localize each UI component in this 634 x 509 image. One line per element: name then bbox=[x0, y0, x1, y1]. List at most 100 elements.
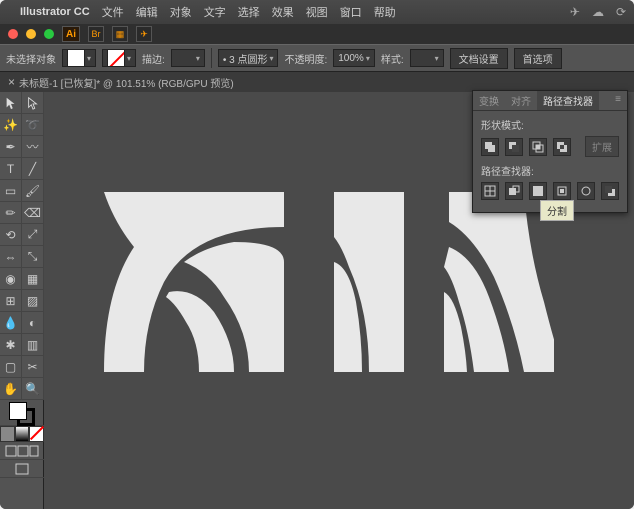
expand-button[interactable]: 扩展 bbox=[585, 136, 619, 157]
brush-preset-dropdown[interactable]: • 3 点圆形▾ bbox=[218, 49, 279, 67]
panel-tab-align[interactable]: 对齐 bbox=[505, 91, 537, 110]
stroke-swatch-dropdown[interactable]: ▾ bbox=[102, 49, 136, 67]
mesh-tool[interactable]: ⊞ bbox=[0, 290, 22, 312]
shape-mode-label: 形状模式: bbox=[481, 117, 619, 132]
trim-button[interactable] bbox=[505, 182, 523, 200]
hand-tool[interactable]: ✋ bbox=[0, 378, 22, 400]
scale-tool[interactable]: ⤢ bbox=[22, 224, 44, 246]
line-tool[interactable]: ╱ bbox=[22, 158, 44, 180]
unite-button[interactable] bbox=[481, 138, 499, 156]
opacity-label: 不透明度: bbox=[284, 51, 327, 66]
document-tab[interactable]: 未标题-1 [已恢复]* @ 101.51% (RGB/GPU 预览) bbox=[19, 75, 234, 90]
style-dropdown[interactable]: ▾ bbox=[410, 49, 444, 67]
lasso-tool[interactable]: ➰ bbox=[22, 114, 44, 136]
panel-tab-pathfinder[interactable]: 路径查找器 bbox=[537, 91, 599, 110]
column-graph-tool[interactable]: ▥ bbox=[22, 334, 44, 356]
shape-builder-tool[interactable]: ◉ bbox=[0, 268, 22, 290]
outline-button[interactable] bbox=[577, 182, 595, 200]
color-solid[interactable] bbox=[0, 426, 15, 442]
arrange-docs-icon[interactable]: ▦ bbox=[112, 26, 128, 42]
exclude-button[interactable] bbox=[553, 138, 571, 156]
color-none[interactable] bbox=[29, 426, 44, 442]
stroke-weight-field[interactable]: ▾ bbox=[171, 49, 205, 67]
color-mode-row bbox=[0, 426, 44, 442]
app-name[interactable]: Illustrator CC bbox=[20, 6, 90, 18]
minus-front-button[interactable] bbox=[505, 138, 523, 156]
window-zoom-button[interactable] bbox=[44, 29, 54, 39]
tools-panel: ✨ ➰ ✒ 〰 T ╱ ▭ 🖌 ✏ ⌫ ⟲ ⤢ ⇔ ⤡ ◉ ▦ ⊞ ▨ 💧 ◐ bbox=[0, 92, 44, 509]
slice-tool[interactable]: ✂ bbox=[22, 356, 44, 378]
panel-tabstrip: 变换 对齐 路径查找器 ≡ bbox=[473, 91, 627, 111]
rectangle-tool[interactable]: ▭ bbox=[0, 180, 22, 202]
pathfinder-label: 路径查找器: bbox=[481, 163, 619, 178]
color-gradient[interactable] bbox=[15, 426, 30, 442]
sync-icon[interactable]: ⟳ bbox=[616, 5, 626, 19]
document-setup-button[interactable]: 文档设置 bbox=[450, 48, 508, 69]
tooltip: 分割 bbox=[540, 200, 574, 221]
fill-white-swatch bbox=[67, 49, 85, 67]
window-close-button[interactable] bbox=[8, 29, 18, 39]
divide-button[interactable] bbox=[481, 182, 499, 200]
selection-tool[interactable] bbox=[0, 92, 22, 114]
type-tool[interactable]: T bbox=[0, 158, 22, 180]
artwork bbox=[94, 192, 554, 397]
ai-logo-icon: Ai bbox=[62, 26, 80, 42]
eraser-tool[interactable]: ⌫ bbox=[22, 202, 44, 224]
intersect-button[interactable] bbox=[529, 138, 547, 156]
opacity-field[interactable]: 100%▾ bbox=[333, 49, 375, 67]
style-label: 样式: bbox=[381, 51, 404, 66]
panel-menu-icon[interactable]: ≡ bbox=[609, 91, 627, 110]
menu-object[interactable]: 对象 bbox=[170, 4, 192, 20]
menu-edit[interactable]: 编辑 bbox=[136, 4, 158, 20]
pencil-tool[interactable]: ✏ bbox=[0, 202, 22, 224]
stroke-label: 描边: bbox=[142, 51, 165, 66]
paintbrush-tool[interactable]: 🖌 bbox=[22, 180, 44, 202]
draw-mode-row[interactable] bbox=[0, 442, 44, 460]
pen-tool[interactable]: ✒ bbox=[0, 136, 22, 158]
window-titlebar: Ai Br ▦ ✈ bbox=[0, 24, 634, 44]
no-stroke-swatch bbox=[107, 49, 125, 67]
direct-selection-tool[interactable] bbox=[22, 92, 44, 114]
gradient-tool[interactable]: ▨ bbox=[22, 290, 44, 312]
system-menubar: Illustrator CC 文件 编辑 对象 文字 选择 效果 视图 窗口 帮… bbox=[0, 0, 634, 24]
magic-wand-tool[interactable]: ✨ bbox=[0, 114, 22, 136]
artboard-tool[interactable]: ▢ bbox=[0, 356, 22, 378]
no-selection-label: 未选择对象 bbox=[6, 51, 56, 66]
send-icon[interactable]: ✈ bbox=[570, 5, 580, 19]
rotate-tool[interactable]: ⟲ bbox=[0, 224, 22, 246]
merge-button[interactable] bbox=[529, 182, 547, 200]
fill-swatch-dropdown[interactable]: ▾ bbox=[62, 49, 96, 67]
panel-tab-transform[interactable]: 变换 bbox=[473, 91, 505, 110]
minus-back-button[interactable] bbox=[601, 182, 619, 200]
separator bbox=[211, 48, 212, 68]
menu-window[interactable]: 窗口 bbox=[340, 4, 362, 20]
document-tabstrip: × 未标题-1 [已恢复]* @ 101.51% (RGB/GPU 预览) bbox=[0, 72, 634, 92]
menu-effect[interactable]: 效果 bbox=[272, 4, 294, 20]
screen-mode-button[interactable] bbox=[0, 460, 44, 478]
menu-help[interactable]: 帮助 bbox=[374, 4, 396, 20]
width-tool[interactable]: ⇔ bbox=[0, 246, 22, 268]
bridge-icon[interactable]: Br bbox=[88, 26, 104, 42]
zoom-tool[interactable]: 🔍 bbox=[22, 378, 44, 400]
menu-file[interactable]: 文件 bbox=[102, 4, 124, 20]
window-minimize-button[interactable] bbox=[26, 29, 36, 39]
illustrator-window: Illustrator CC 文件 编辑 对象 文字 选择 效果 视图 窗口 帮… bbox=[0, 0, 634, 509]
fill-stroke-control[interactable] bbox=[0, 400, 44, 426]
curvature-tool[interactable]: 〰 bbox=[22, 136, 44, 158]
eyedropper-tool[interactable]: 💧 bbox=[0, 312, 22, 334]
blend-tool[interactable]: ◐ bbox=[22, 312, 44, 334]
cloud-icon[interactable]: ☁ bbox=[592, 5, 604, 19]
options-bar: 未选择对象 ▾ ▾ 描边: ▾ • 3 点圆形▾ 不透明度: 100%▾ 样式:… bbox=[0, 44, 634, 72]
share-icon[interactable]: ✈ bbox=[136, 26, 152, 42]
pathfinder-panel: 变换 对齐 路径查找器 ≡ 形状模式: 扩展 路径查找器: bbox=[472, 90, 628, 213]
preferences-button[interactable]: 首选项 bbox=[514, 48, 562, 69]
free-transform-tool[interactable]: ⤡ bbox=[22, 246, 44, 268]
menu-view[interactable]: 视图 bbox=[306, 4, 328, 20]
tab-close-button[interactable]: × bbox=[8, 75, 15, 89]
perspective-tool[interactable]: ▦ bbox=[22, 268, 44, 290]
menu-type[interactable]: 文字 bbox=[204, 4, 226, 20]
fill-box[interactable] bbox=[9, 402, 27, 420]
symbol-sprayer-tool[interactable]: ✱ bbox=[0, 334, 22, 356]
menu-select[interactable]: 选择 bbox=[238, 4, 260, 20]
crop-button[interactable] bbox=[553, 182, 571, 200]
